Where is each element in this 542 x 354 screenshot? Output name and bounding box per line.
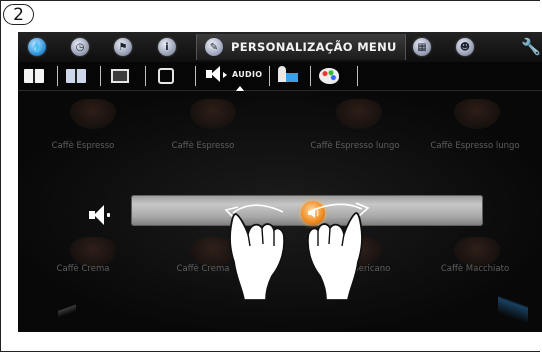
- decorative-glass: [58, 296, 76, 326]
- separator: [145, 66, 146, 86]
- separator: [357, 66, 358, 86]
- book-blue-icon[interactable]: [66, 66, 88, 86]
- product-cup: [190, 237, 236, 267]
- audio-icon-cone: [211, 66, 220, 82]
- product-label: Caffè Espresso: [171, 141, 235, 151]
- decorative-glass: [498, 291, 528, 331]
- product-label: Caffè Espresso lungo: [430, 141, 520, 151]
- product-label: Caffè Macchiato: [440, 264, 510, 274]
- palette-icon[interactable]: [319, 66, 341, 86]
- product-cup: [454, 99, 500, 129]
- product-cup: [336, 237, 382, 267]
- separator: [195, 66, 196, 86]
- user-picture-icon[interactable]: [276, 66, 298, 86]
- info-icon[interactable]: i: [158, 38, 176, 56]
- timer-icon[interactable]: [158, 66, 176, 86]
- step-number: 2: [13, 4, 24, 25]
- product-cup: [454, 237, 500, 267]
- tab-audio[interactable]: AUDIO: [206, 66, 264, 92]
- clock-icon[interactable]: ◷: [71, 38, 89, 56]
- product-label: Caffè Americano: [319, 264, 391, 274]
- drop-icon[interactable]: 💧: [28, 38, 46, 56]
- product-label: Caffè Espresso: [51, 141, 115, 151]
- wrench-icon[interactable]: 🔧: [521, 38, 541, 56]
- speaker-icon: [89, 205, 113, 225]
- step-badge: 2: [3, 4, 34, 25]
- machine-display: 💧 ◷ ⚑ i ✎ PERSONALIZAÇÃO MENU ▦ ☻ 🔧 AUDI…: [18, 32, 542, 332]
- product-label: Caffè Crema: [56, 264, 110, 274]
- product-cup: [70, 99, 116, 129]
- product-label: Caffè Crema: [176, 264, 230, 274]
- calendar-icon[interactable]: ▦: [413, 38, 431, 56]
- volume-slider-thumb[interactable]: [301, 201, 325, 225]
- separator: [310, 66, 311, 86]
- tab-personalizacao-menu[interactable]: ✎ PERSONALIZAÇÃO MENU: [196, 34, 406, 60]
- tab-title: PERSONALIZAÇÃO MENU: [231, 40, 397, 54]
- separator: [269, 66, 270, 86]
- separator: [57, 66, 58, 86]
- product-cup: [336, 99, 382, 129]
- book-icon[interactable]: [24, 66, 46, 86]
- audio-label: AUDIO: [232, 70, 263, 79]
- top-menu-bar: 💧 ◷ ⚑ i ✎ PERSONALIZAÇÃO MENU ▦ ☻ 🔧: [18, 32, 542, 62]
- product-label: Caffè Espresso lungo: [310, 141, 400, 151]
- play-arrow-icon: [223, 72, 227, 78]
- speaker-icon: [308, 208, 319, 218]
- pencil-icon: ✎: [205, 38, 223, 56]
- product-cup: [70, 237, 116, 267]
- sub-menu-bar: AUDIO: [18, 62, 542, 92]
- separator: [100, 66, 101, 86]
- product-cup: [190, 99, 236, 129]
- flag-icon[interactable]: ⚑: [114, 38, 132, 56]
- user-icon[interactable]: ☻: [456, 38, 474, 56]
- picture-icon[interactable]: [111, 66, 131, 86]
